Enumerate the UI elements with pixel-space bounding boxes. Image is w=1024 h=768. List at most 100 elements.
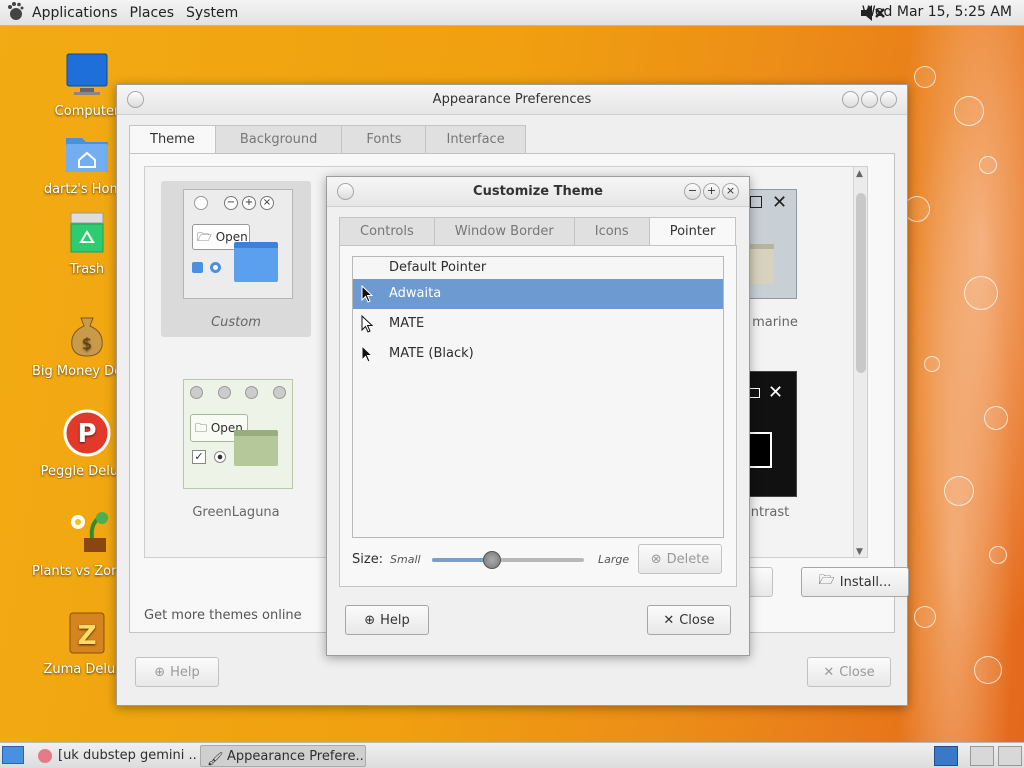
- workspace-switcher-3[interactable]: [998, 746, 1022, 766]
- preview-folder-icon: [234, 430, 278, 466]
- preview-close-icon: ✕: [768, 382, 784, 403]
- computer-icon: [64, 52, 110, 102]
- preview-maximize-icon: +: [242, 196, 256, 210]
- close-x-icon: ✕: [663, 612, 675, 628]
- theme-preview: 🗀 Open ✓: [183, 379, 293, 489]
- pointer-panel: Default Pointer Adwaita MATE MATE (Black…: [339, 245, 737, 587]
- appearance-title: Appearance Preferences: [432, 92, 592, 107]
- preview-close-icon: ✕: [772, 192, 788, 213]
- delete-icon: ⊗: [650, 551, 662, 567]
- preview-minimize-icon: −: [224, 196, 238, 210]
- customize-titlebar[interactable]: Customize Theme − + ×: [327, 177, 749, 207]
- customize-theme-dialog: Customize Theme − + × Controls Window Bo…: [326, 176, 750, 656]
- preview-radio-icon: [214, 451, 226, 463]
- menu-applications[interactable]: Applications: [26, 5, 124, 21]
- customize-title: Customize Theme: [473, 184, 603, 199]
- theme-item-marine[interactable]: ✕ marine: [735, 181, 845, 337]
- scroll-thumb[interactable]: [856, 193, 866, 373]
- taskbar-item-dubstep[interactable]: [uk dubstep gemini ...: [32, 745, 198, 767]
- preview-radio-icon: [210, 262, 221, 273]
- customize-help-button[interactable]: ⊕ Help: [345, 605, 429, 635]
- preview-close-icon: ×: [260, 196, 274, 210]
- pointer-list: Default Pointer Adwaita MATE MATE (Black…: [352, 256, 724, 538]
- workspace-switcher-2[interactable]: [970, 746, 994, 766]
- close-window-button[interactable]: ×: [722, 183, 739, 200]
- install-button[interactable]: 🗁 Install...: [801, 567, 909, 597]
- scroll-down-icon[interactable]: ▼: [856, 547, 863, 557]
- tab-theme[interactable]: Theme: [129, 125, 216, 153]
- appearance-titlebar[interactable]: Appearance Preferences: [117, 85, 907, 115]
- folder-open-icon: 🗁: [818, 573, 835, 588]
- bottom-panel: [uk dubstep gemini ... 🖌 Appearance Pref…: [0, 742, 1024, 768]
- appearance-close-button[interactable]: ✕ Close: [807, 657, 891, 687]
- size-slider-thumb[interactable]: [482, 551, 501, 569]
- taskbar-item-appearance[interactable]: 🖌 Appearance Prefere...: [200, 745, 366, 767]
- customize-tabs: Controls Window Border Icons Pointer: [339, 217, 737, 245]
- svg-text:P: P: [77, 419, 96, 449]
- money-bag-icon: $: [64, 312, 110, 362]
- tab-fonts[interactable]: Fonts: [341, 125, 427, 153]
- tab-icons[interactable]: Icons: [573, 217, 650, 245]
- appearance-icon: 🖌: [207, 752, 224, 767]
- more-themes-link[interactable]: Get more themes online: [144, 608, 302, 623]
- browser-icon: [38, 749, 52, 763]
- menu-system[interactable]: System: [180, 5, 244, 21]
- pointer-item-mate[interactable]: MATE: [353, 309, 723, 339]
- preview-buttons: [190, 386, 286, 400]
- delete-button[interactable]: ⊗ Delete: [638, 544, 722, 574]
- theme-preview: − + × 🗁 Open: [183, 189, 293, 299]
- window-menu-button[interactable]: [337, 183, 354, 200]
- close-window-button[interactable]: [880, 91, 897, 108]
- preview-folder-icon: [234, 242, 278, 282]
- theme-item-custom[interactable]: − + × 🗁 Open Custom: [161, 181, 311, 337]
- theme-name: GreenLaguna: [192, 505, 280, 520]
- size-slider[interactable]: [432, 551, 584, 569]
- hidden-button-partial[interactable]: [747, 567, 773, 597]
- top-panel: Applications Places System Wed Mar 15, 5…: [0, 0, 1024, 26]
- maximize-button[interactable]: [861, 91, 878, 108]
- appearance-help-button[interactable]: ⊕ Help: [135, 657, 219, 687]
- tab-pointer[interactable]: Pointer: [648, 217, 737, 245]
- size-large-label: Large: [598, 553, 630, 566]
- help-icon: ⊕: [364, 612, 376, 628]
- clock[interactable]: Wed Mar 15, 5:25 AM: [862, 4, 1012, 20]
- peggle-icon: P: [62, 408, 112, 462]
- pointer-item-adwaita[interactable]: Adwaita: [353, 279, 723, 309]
- pointer-item-mate-black[interactable]: MATE (Black): [353, 339, 723, 369]
- tab-background[interactable]: Background: [214, 125, 343, 153]
- tab-controls[interactable]: Controls: [339, 217, 435, 245]
- minimize-button[interactable]: −: [684, 183, 701, 200]
- minimize-button[interactable]: [842, 91, 859, 108]
- home-folder-icon: [64, 130, 110, 180]
- zuma-icon: Z: [64, 610, 110, 660]
- help-icon: ⊕: [154, 664, 166, 680]
- tab-window-border[interactable]: Window Border: [433, 217, 575, 245]
- scroll-up-icon[interactable]: ▲: [856, 169, 863, 179]
- show-desktop-icon[interactable]: [2, 746, 24, 764]
- preview-checkbox-icon: ✓: [192, 450, 206, 464]
- theme-item-high-contrast[interactable]: ✕ ntrast: [735, 371, 845, 527]
- appearance-tabs: Theme Background Fonts Interface: [129, 125, 526, 153]
- close-x-icon: ✕: [823, 664, 835, 680]
- size-small-label: Small: [390, 553, 421, 566]
- window-menu-button[interactable]: [127, 91, 144, 108]
- preview-checkbox-icon: [192, 262, 203, 273]
- preview-maximize-icon: [750, 196, 762, 208]
- theme-list-scrollbar[interactable]: ▲ ▼: [853, 167, 867, 557]
- tab-interface[interactable]: Interface: [425, 125, 526, 153]
- arrow-pointer-icon: [361, 344, 374, 375]
- customize-close-button[interactable]: ✕ Close: [647, 605, 731, 635]
- plants-icon: [62, 508, 112, 562]
- menu-places[interactable]: Places: [124, 5, 181, 21]
- gnome-foot-icon[interactable]: [6, 1, 26, 25]
- theme-item-greenlaguna[interactable]: 🗀 Open ✓ GreenLaguna: [161, 371, 311, 527]
- trash-icon: [64, 210, 110, 260]
- preview-menu-icon: [194, 196, 208, 210]
- pointer-item-default[interactable]: Default Pointer: [353, 257, 723, 279]
- size-label: Size:: [352, 552, 384, 567]
- theme-name: Custom: [211, 315, 261, 330]
- workspace-switcher-1[interactable]: [934, 746, 958, 766]
- svg-text:$: $: [82, 334, 92, 353]
- svg-text:Z: Z: [78, 621, 97, 651]
- maximize-button[interactable]: +: [703, 183, 720, 200]
